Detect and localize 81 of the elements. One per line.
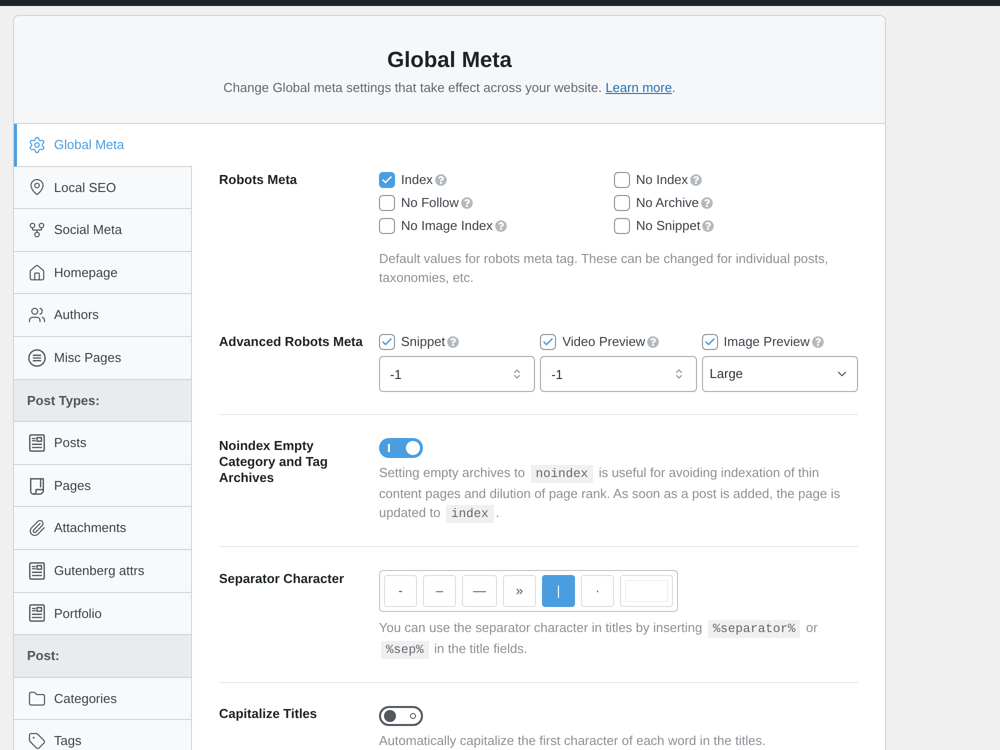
help-icon[interactable] [700, 197, 713, 209]
folder-icon [28, 690, 46, 708]
sidebar-group-heading: Post Types: [14, 380, 192, 422]
separator-option[interactable]: · [581, 575, 614, 607]
number-input[interactable]: -1 [379, 356, 536, 392]
checkmark-icon [381, 336, 393, 348]
page-subtitle: Change Global meta settings that take effect across your website. Learn more. [223, 79, 676, 97]
tag-icon [28, 732, 46, 750]
checkbox[interactable] [614, 195, 630, 211]
sidebar-group-heading: Post: [14, 635, 192, 678]
document-icon [28, 562, 46, 580]
map-pin-icon [28, 178, 46, 196]
separator-option[interactable]: » [503, 575, 536, 607]
sidebar-item[interactable]: Portfolio [14, 592, 192, 636]
option-label: No Archive [636, 194, 699, 212]
page-icon [28, 476, 46, 495]
checkbox[interactable] [614, 218, 630, 234]
sidebar-item[interactable]: Tags [14, 720, 192, 750]
help-icon[interactable] [702, 220, 714, 232]
sidebar-item[interactable]: Misc Pages [14, 336, 192, 380]
help-icon[interactable] [647, 336, 660, 348]
checkbox[interactable] [379, 334, 395, 350]
sidebar-item[interactable]: Pages [14, 464, 192, 508]
house-icon [28, 264, 46, 282]
checkbox[interactable] [702, 334, 718, 350]
learn-more-link[interactable]: Learn more [605, 80, 672, 95]
sidebar-item[interactable]: Authors [14, 294, 192, 337]
settings-icon [28, 136, 46, 154]
option-label: Snippet [401, 333, 446, 352]
select-field[interactable]: Large [702, 356, 858, 392]
option-label: No Index [636, 171, 688, 190]
help-icon[interactable] [434, 174, 447, 186]
option-label: No Follow [401, 194, 459, 212]
toggle-switch[interactable] [379, 706, 423, 726]
paperclip-icon [28, 519, 46, 538]
description-text: Automatically capitalize the first character of each word in the titles. [379, 732, 767, 750]
separator-option[interactable]: – [423, 575, 456, 607]
sidebar-item[interactable]: Local SEO [14, 166, 192, 210]
setting-label: Advanced Robots Meta [219, 333, 364, 351]
setting-label: Noindex Empty Category and Tag Archives [219, 437, 329, 486]
checkbox[interactable] [614, 172, 630, 188]
help-icon[interactable] [494, 220, 507, 232]
sidebar-item[interactable]: Homepage [14, 252, 192, 294]
checkbox[interactable] [379, 195, 395, 211]
help-icon[interactable] [812, 336, 824, 348]
option-label: Image Preview [724, 333, 810, 352]
help-icon[interactable] [460, 197, 473, 209]
sidebar-item[interactable]: Posts [14, 422, 192, 465]
option-label: No Image Index [401, 217, 493, 236]
option-label: No Snippet [636, 217, 700, 236]
description-text: Default values for robots meta tag. These can be changed for individual posts, taxonomies, etc. [379, 250, 830, 287]
checkbox[interactable] [379, 218, 395, 234]
option-label: Video Preview [562, 333, 646, 352]
page-title: Global Meta [387, 46, 512, 74]
checkmark-icon [381, 174, 393, 186]
checkbox[interactable] [540, 334, 556, 350]
description-text: Setting empty archives to noindex is useful for avoiding indexation of thin content pages and dilution of page rank. As soon as a post is added, the page is updated to index . [379, 464, 842, 524]
checkmark-icon [704, 336, 716, 348]
checkmark-icon [542, 336, 554, 348]
toggle-switch[interactable] [379, 438, 423, 458]
checkbox[interactable] [379, 172, 395, 188]
setting-label: Separator Character [219, 570, 345, 588]
sidebar-item[interactable]: Social Meta [14, 209, 192, 252]
document-icon [28, 604, 46, 622]
separator-option[interactable]: - [384, 575, 417, 607]
custom-separator-field[interactable] [620, 575, 673, 607]
nodes-icon [28, 220, 46, 239]
help-icon[interactable] [690, 174, 702, 186]
setting-label: Capitalize Titles [219, 705, 318, 722]
sidebar-item[interactable]: Gutenberg attrs [14, 550, 192, 593]
number-input[interactable]: -1 [540, 356, 697, 392]
description-text: You can use the separator character in titles by inserting %separator% or %sep% in the title fields. [379, 619, 819, 660]
document-icon [28, 434, 46, 452]
users-icon [28, 306, 46, 324]
separator-option[interactable]: — [462, 575, 497, 607]
sidebar-item[interactable]: Categories [14, 678, 192, 720]
option-label: Index [401, 171, 433, 190]
help-icon[interactable] [447, 336, 460, 348]
circle-list-icon [28, 348, 46, 367]
sidebar-item[interactable]: Attachments [14, 507, 192, 550]
setting-label: Robots Meta [219, 171, 298, 189]
